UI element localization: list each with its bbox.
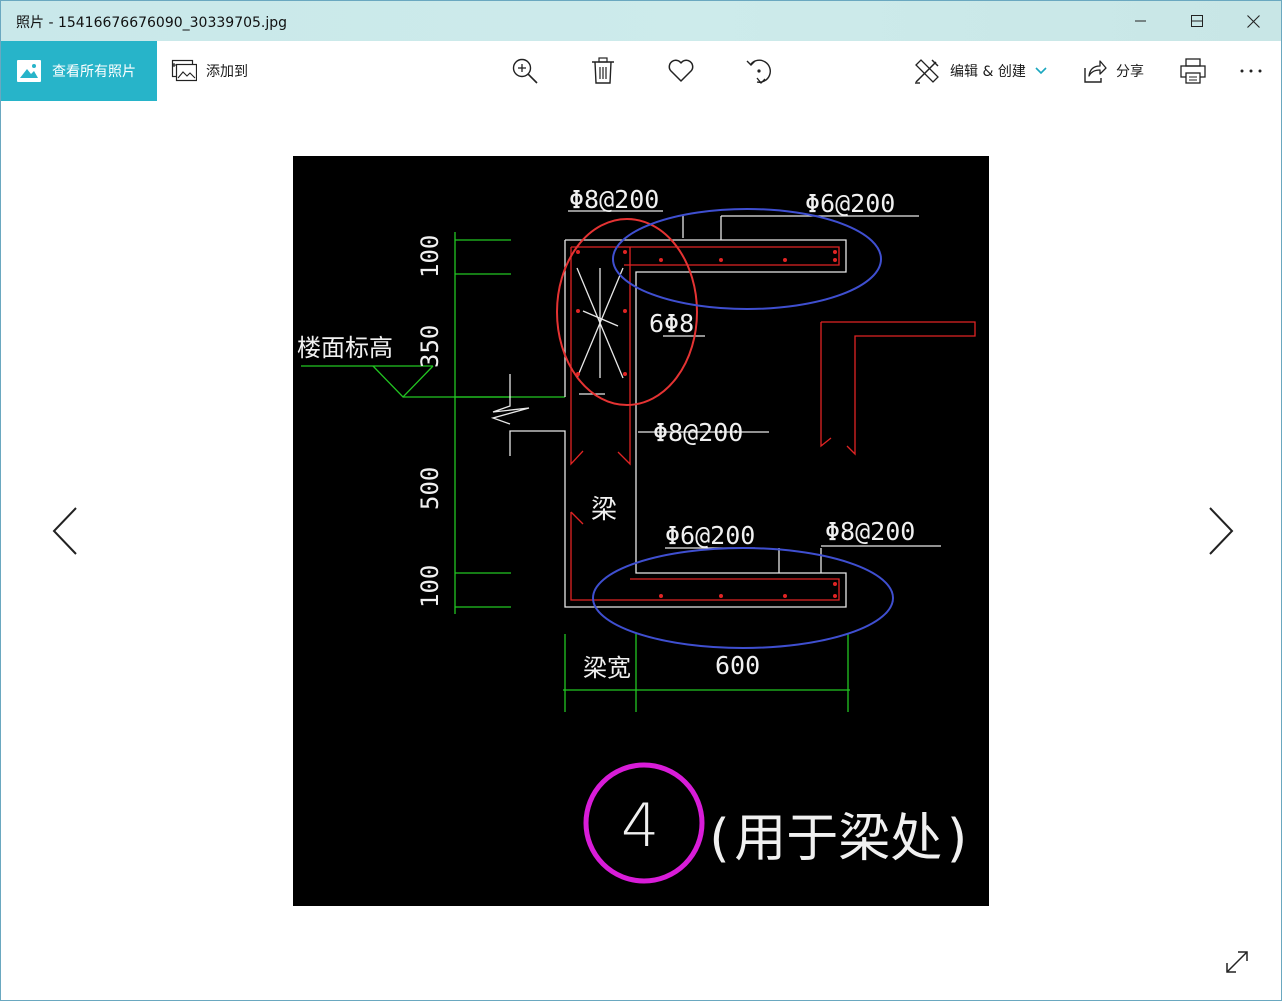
- heart-icon: [668, 59, 694, 82]
- edit-create-label: 编辑 & 创建: [950, 64, 1026, 80]
- printer-icon: [1180, 58, 1206, 84]
- share-button[interactable]: 分享: [1081, 41, 1144, 101]
- print-button[interactable]: [1179, 41, 1207, 101]
- label-dim-100-bottom: 100: [416, 565, 444, 608]
- trash-icon: [592, 57, 614, 84]
- window-title: 照片 - 15416676676090_30339705.jpg: [16, 15, 288, 31]
- label-dim-500: 500: [416, 467, 444, 510]
- maximize-icon: [1191, 15, 1203, 27]
- photo-image: Φ8@200 Φ6@200 6Φ8 Φ8@200 Φ6@200 Φ8@200 楼…: [293, 156, 989, 906]
- gallery-icon: [17, 60, 41, 82]
- blue-ellipse-top: [612, 208, 882, 310]
- dimension-lines: [301, 232, 850, 712]
- zoom-button[interactable]: [511, 41, 539, 101]
- label-floor-level: 楼面标高: [297, 334, 393, 362]
- minimize-icon: [1135, 20, 1146, 22]
- add-to-album-icon: [171, 59, 197, 82]
- edit-create-button[interactable]: 编辑 & 创建: [913, 41, 1047, 101]
- zoom-in-icon: [512, 58, 538, 84]
- close-control[interactable]: [1225, 1, 1281, 41]
- label-detail-caption: (用于梁处): [703, 809, 974, 869]
- maximize-control[interactable]: [1169, 1, 1225, 41]
- add-to-button[interactable]: 添加到: [171, 41, 248, 101]
- rebar-lines: [570, 246, 976, 601]
- title-bar: 照片 - 15416676676090_30339705.jpg: [1, 1, 1281, 41]
- chevron-left-icon: [52, 507, 77, 555]
- share-label: 分享: [1116, 64, 1144, 80]
- photos-app-window: 照片 - 15416676676090_30339705.jpg 查看所有照片 …: [0, 0, 1282, 1001]
- rotate-icon: [746, 59, 771, 84]
- chevron-down-icon: [1035, 67, 1047, 75]
- minimize-control[interactable]: [1113, 1, 1169, 41]
- blue-ellipse-bottom: [592, 547, 894, 649]
- label-dim-350: 350: [416, 325, 444, 368]
- fullscreen-button[interactable]: [1221, 946, 1253, 978]
- favorite-button[interactable]: [667, 41, 695, 101]
- chevron-right-icon: [1209, 507, 1234, 555]
- label-top-right: Φ6@200: [805, 189, 895, 218]
- more-icon: [1240, 69, 1262, 73]
- close-icon: [1246, 14, 1260, 28]
- label-detail-number: 4: [621, 791, 659, 861]
- add-to-label: 添加到: [206, 64, 248, 80]
- share-icon: [1084, 60, 1107, 83]
- label-bottom-left: Φ6@200: [665, 521, 755, 550]
- label-dim-600: 600: [715, 651, 760, 680]
- view-all-photos-button[interactable]: 查看所有照片: [1, 41, 157, 101]
- more-options-button[interactable]: [1239, 41, 1263, 101]
- delete-button[interactable]: [591, 41, 615, 101]
- label-dim-100-top: 100: [416, 235, 444, 278]
- edit-pen-icon: [915, 59, 939, 84]
- label-middle: 6Φ8: [649, 309, 694, 338]
- label-beam-width: 梁宽: [583, 654, 631, 682]
- next-photo-button[interactable]: [1201, 501, 1241, 561]
- photo-viewer: Φ8@200 Φ6@200 6Φ8 Φ8@200 Φ6@200 Φ8@200 楼…: [1, 101, 1281, 1000]
- view-all-photos-label: 查看所有照片: [52, 64, 136, 80]
- cad-detail-drawing: Φ8@200 Φ6@200 6Φ8 Φ8@200 Φ6@200 Φ8@200 楼…: [297, 185, 976, 884]
- expand-icon: [1226, 951, 1248, 973]
- label-bottom-right: Φ8@200: [825, 517, 915, 546]
- rotate-button[interactable]: [745, 41, 773, 101]
- label-mid-right: Φ8@200: [653, 418, 743, 447]
- label-beam: 梁: [591, 495, 617, 525]
- toolbar: 查看所有照片 添加到 编辑 & 创建 分享: [1, 41, 1281, 101]
- previous-photo-button[interactable]: [45, 501, 85, 561]
- label-top-left: Φ8@200: [569, 185, 659, 214]
